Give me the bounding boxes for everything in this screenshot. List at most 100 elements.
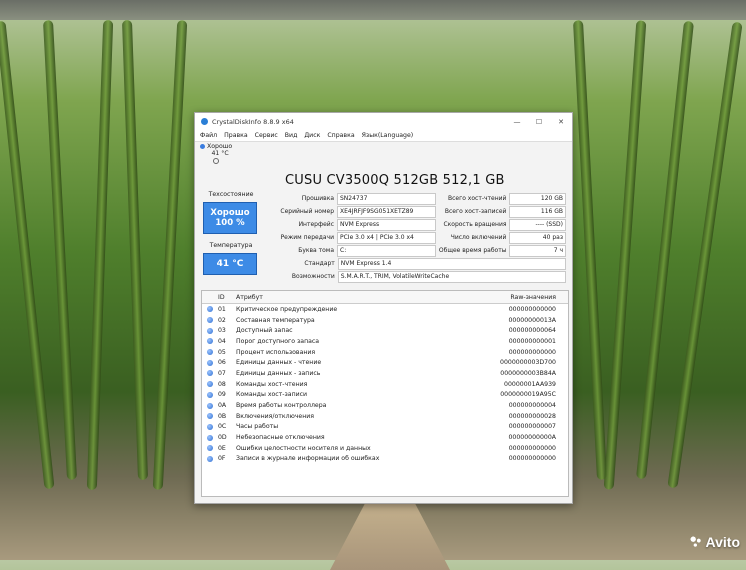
smart-raw-value: 000000000004 xyxy=(508,402,556,410)
smart-raw-value: 000000000001 xyxy=(508,337,556,345)
smart-id: 0B xyxy=(218,412,227,420)
info-label: Всего хост-записей xyxy=(444,208,507,215)
smart-raw-value: 000000000000 xyxy=(508,444,556,452)
status-dot-icon xyxy=(202,455,218,462)
smart-attribute: Единицы данных - запись xyxy=(236,369,321,377)
menu-view[interactable]: Вид xyxy=(285,132,298,139)
menu-service[interactable]: Сервис xyxy=(255,132,278,139)
info-label: Стандарт xyxy=(304,260,335,267)
status-dot-icon xyxy=(202,434,218,441)
info-value: S.M.A.R.T., TRIM, VolatileWriteCache xyxy=(337,270,566,283)
info-label: Число включений xyxy=(450,234,507,241)
menu-language[interactable]: Язык(Language) xyxy=(362,132,414,139)
status-dot-icon xyxy=(202,413,218,420)
minimize-icon[interactable]: — xyxy=(506,118,528,126)
smart-raw-value: 0000000003D700 xyxy=(500,359,556,367)
column-raw[interactable]: Raw-значения xyxy=(456,294,562,301)
avito-watermark: Avito xyxy=(688,534,740,550)
menu-edit[interactable]: Правка xyxy=(224,132,248,139)
health-status-button[interactable]: Хорошо 100 % xyxy=(203,202,257,234)
smart-row[interactable]: 0E Ошибки целостности носителя и данных 00… xyxy=(202,443,568,454)
smart-row[interactable]: 04 Порог доступного запаса 000000000001 xyxy=(202,336,568,347)
smart-row[interactable]: 01 Критическое предупреждение 000000000000 xyxy=(202,304,568,315)
smart-raw-value: 00000000000A xyxy=(508,434,556,442)
smart-attribute: Включения/отключения xyxy=(236,412,315,420)
smart-attribute: Записи в журнале информации об ошибках xyxy=(236,455,380,463)
smart-attribute: Время работы контроллера xyxy=(236,402,327,410)
smart-row[interactable]: 02 Составная температура 00000000013A xyxy=(202,315,568,326)
disk-indicator-icon xyxy=(213,158,220,164)
smart-id: 0F xyxy=(218,455,226,463)
smart-raw-value: 000000000007 xyxy=(508,423,556,431)
status-dot-icon xyxy=(202,370,218,377)
smart-row[interactable]: 05 Процент использования 000000000000 xyxy=(202,347,568,358)
smart-table[interactable]: ID Атрибут Raw-значения 01 Критическое пр… xyxy=(201,290,569,497)
smart-raw-value: 00000000013A xyxy=(508,316,556,324)
smart-row[interactable]: 09 Команды хост-записи 0000000019A95C xyxy=(202,390,568,401)
smart-attribute: Часы работы xyxy=(236,423,279,431)
menu-help[interactable]: Справка xyxy=(327,132,354,139)
smart-raw-value: 000000000000 xyxy=(508,348,556,356)
mini-temp-text: 41 °C xyxy=(211,150,229,157)
smart-attribute: Порог доступного запаса xyxy=(236,337,320,345)
status-dot-icon xyxy=(202,402,218,409)
info-label: Серийный номер xyxy=(280,208,334,215)
status-dot-icon xyxy=(202,381,218,388)
status-dot-icon xyxy=(202,359,218,366)
health-text: Хорошо xyxy=(210,208,250,218)
smart-id: 09 xyxy=(218,391,226,399)
smart-row[interactable]: 06 Единицы данных - чтение 0000000003D700 xyxy=(202,357,568,368)
status-dot-icon xyxy=(202,338,218,345)
menu-file[interactable]: Файл xyxy=(200,132,217,139)
close-icon[interactable]: ✕ xyxy=(550,118,572,126)
smart-attribute: Команды хост-записи xyxy=(236,391,308,399)
smart-id: 07 xyxy=(218,369,226,377)
column-attribute[interactable]: Атрибут xyxy=(236,294,456,301)
smart-row[interactable]: 0F Записи в журнале информации об ошибках… xyxy=(202,454,568,465)
smart-row[interactable]: 0B Включения/отключения 000000000028 xyxy=(202,411,568,422)
smart-attribute: Команды хост-чтения xyxy=(236,380,308,388)
smart-attribute: Единицы данных - чтение xyxy=(236,359,322,367)
info-value: PCIe 3.0 x4 | PCIe 3.0 x4 xyxy=(337,231,437,244)
status-dot-icon xyxy=(202,423,218,430)
smart-row[interactable]: 0C Часы работы 000000000007 xyxy=(202,422,568,433)
smart-attribute: Доступный запас xyxy=(236,327,293,335)
info-value: C: xyxy=(337,244,437,257)
info-label: Возможности xyxy=(291,273,335,280)
laptop-bezel xyxy=(0,0,746,20)
info-value: NVM Express xyxy=(337,218,437,231)
disk-selector[interactable]: Хорошо 41 °C xyxy=(195,142,572,164)
smart-raw-value: 000000000028 xyxy=(508,412,556,420)
smart-id: 04 xyxy=(218,337,226,345)
window-title: CrystalDiskInfo 8.8.9 x64 xyxy=(212,117,294,126)
info-value: 7 ч xyxy=(509,244,567,257)
disk-title: CUSU CV3500Q 512GB 512,1 GB xyxy=(285,173,505,188)
health-dot-icon xyxy=(200,144,205,149)
info-label: Скорость вращения xyxy=(443,221,507,228)
status-dot-icon xyxy=(202,391,218,398)
avito-text: Avito xyxy=(705,534,740,550)
smart-row[interactable]: 03 Доступный запас 000000000064 xyxy=(202,325,568,336)
temperature-button[interactable]: 41 °C xyxy=(203,253,257,275)
info-label: Прошивка xyxy=(301,195,334,202)
smart-table-header: ID Атрибут Raw-значения xyxy=(202,291,568,304)
status-dot-icon xyxy=(202,445,218,452)
menu-disk[interactable]: Диск xyxy=(304,132,320,139)
info-label: Интерфейс xyxy=(298,221,334,228)
menu-bar: Файл Правка Сервис Вид Диск Справка Язык… xyxy=(195,130,572,142)
column-id[interactable]: ID xyxy=(218,294,236,301)
maximize-icon[interactable]: ☐ xyxy=(528,118,550,126)
smart-raw-value: 000000000000 xyxy=(508,455,556,463)
smart-id: 05 xyxy=(218,348,226,356)
smart-attribute: Критическое предупреждение xyxy=(236,305,338,313)
app-icon xyxy=(201,118,208,125)
smart-row[interactable]: 0D Небезопасные отключения 00000000000A xyxy=(202,432,568,443)
smart-id: 03 xyxy=(218,327,226,335)
info-value: NVM Express 1.4 xyxy=(337,257,566,270)
smart-raw-value: 000000000000 xyxy=(508,305,556,313)
smart-row[interactable]: 07 Единицы данных - запись 0000000003B84A xyxy=(202,368,568,379)
status-dot-icon xyxy=(202,349,218,356)
smart-row[interactable]: 0A Время работы контроллера 000000000004 xyxy=(202,400,568,411)
info-label: Режим передачи xyxy=(280,234,334,241)
smart-row[interactable]: 08 Команды хост-чтения 00000001AA939 xyxy=(202,379,568,390)
